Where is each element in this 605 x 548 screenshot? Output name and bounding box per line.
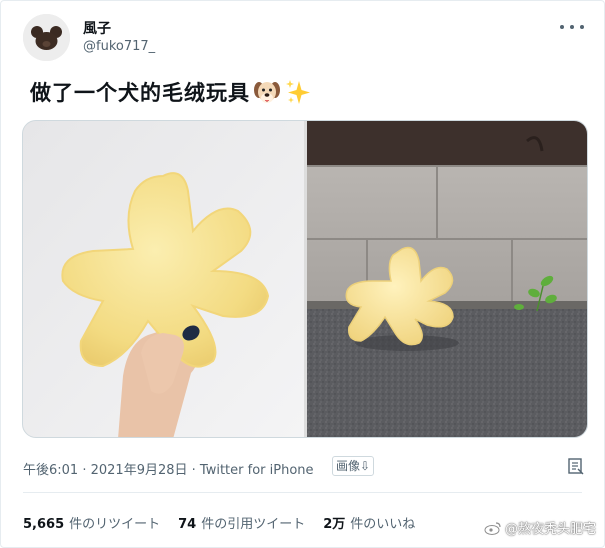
media-grid [22,120,588,438]
watermark-text: @熬夜秃头肥宅 [504,522,596,537]
likes-stat[interactable]: 2万 件のいいね [323,513,415,532]
dog-face-emoji [254,82,280,103]
user-handle[interactable]: @fuko717_ [83,39,155,54]
tweet-card: 風子 @fuko717_ 做了一个犬的毛绒玩具 午後6:01 · 2021年9月… [0,0,605,548]
tweet-time[interactable]: 午後6:01 [23,463,78,478]
quotes-label: 件の引用ツイート [201,517,306,532]
likes-label: 件のいいね [350,517,416,532]
dot [570,25,574,29]
quotes-stat[interactable]: 74 件の引用ツイート [178,513,305,532]
meta-separator: · [187,463,200,478]
retweets-stat[interactable]: 5,665 件のリツイート [23,513,160,532]
plush-held-image [23,121,304,437]
tweet-source[interactable]: Twitter for iPhone [200,463,314,478]
dot [580,25,584,29]
dot [560,25,564,29]
tweet-date[interactable]: 2021年9月28日 [91,463,188,478]
tweet-meta: 午後6:01 · 2021年9月28日 · Twitter for iPhone [23,459,314,478]
quotes-count: 74 [178,517,197,532]
translate-image-button[interactable]: 画像⇩ [332,456,375,476]
bear-avatar-icon [23,14,70,61]
likes-count: 2万 [323,517,346,532]
weibo-watermark: @熬夜秃头肥宅 [484,518,596,537]
weibo-logo-icon [484,521,501,535]
divider [23,492,582,493]
analytics-icon[interactable] [567,457,585,475]
retweets-label: 件のリツイート [69,517,161,532]
photo-star-plush-held[interactable] [23,121,304,437]
tweet-text: 做了一个犬的毛绒玩具 [30,81,250,105]
avatar[interactable] [23,14,70,61]
retweets-count: 5,665 [23,517,65,532]
display-name[interactable]: 風子 [83,18,111,38]
more-options-icon[interactable] [560,19,584,35]
tweet-stats: 5,665 件のリツイート 74 件の引用ツイート 2万 件のいいね [23,513,415,532]
plush-sidewalk-image [307,121,587,437]
sparkles-emoji [286,80,310,104]
photo-star-plush-sidewalk[interactable] [307,121,587,437]
meta-separator: · [78,463,91,478]
